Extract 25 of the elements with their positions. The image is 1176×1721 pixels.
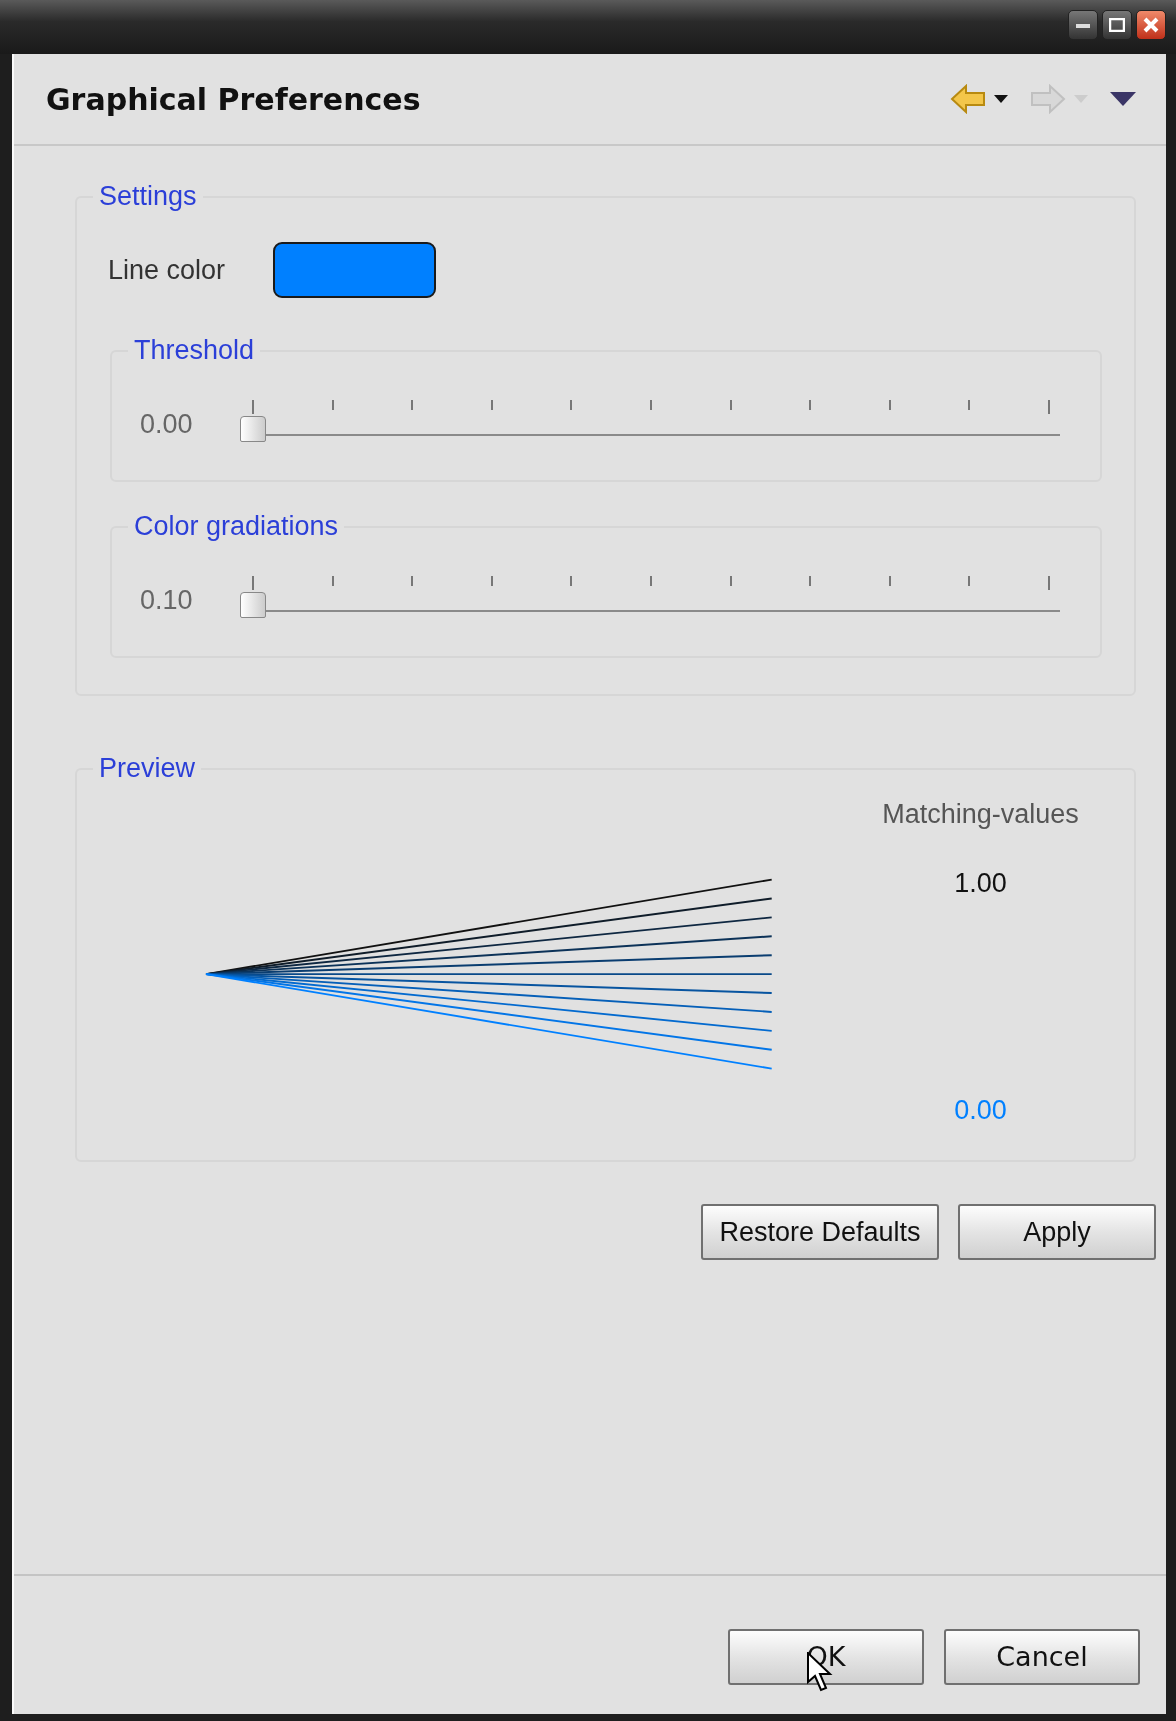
page-title: Graphical Preferences	[46, 80, 422, 119]
left-arrow-icon	[950, 84, 986, 114]
slider-value: 0.10	[140, 583, 194, 617]
apply-button[interactable]: Apply	[958, 1204, 1156, 1260]
right-arrow-icon	[1030, 84, 1066, 114]
menu-icon	[1110, 92, 1136, 106]
slider-thumb[interactable]	[240, 416, 266, 442]
field-label: Line color	[108, 253, 226, 287]
dropdown-button[interactable]	[994, 95, 1008, 103]
close-button[interactable]	[1136, 10, 1166, 40]
maximize-button[interactable]	[1102, 10, 1132, 40]
axis-label: Matching-values	[882, 798, 1079, 831]
restore-defaults-button[interactable]: Restore Defaults	[701, 1204, 939, 1260]
view-menu-button[interactable]	[1110, 92, 1136, 106]
value-label: 1.00	[954, 866, 1007, 900]
minimize-button[interactable]	[1068, 10, 1098, 40]
close-icon	[1143, 17, 1159, 33]
caret-icon	[994, 95, 1008, 103]
slider-value: 0.00	[140, 407, 194, 441]
slider-thumb[interactable]	[240, 592, 266, 618]
value-label: 0.00	[954, 1094, 1007, 1127]
minimize-icon	[1076, 22, 1090, 28]
color-swatch[interactable]	[273, 242, 437, 298]
cancel-button[interactable]: Cancel	[944, 1629, 1140, 1685]
maximize-icon	[1109, 18, 1125, 32]
